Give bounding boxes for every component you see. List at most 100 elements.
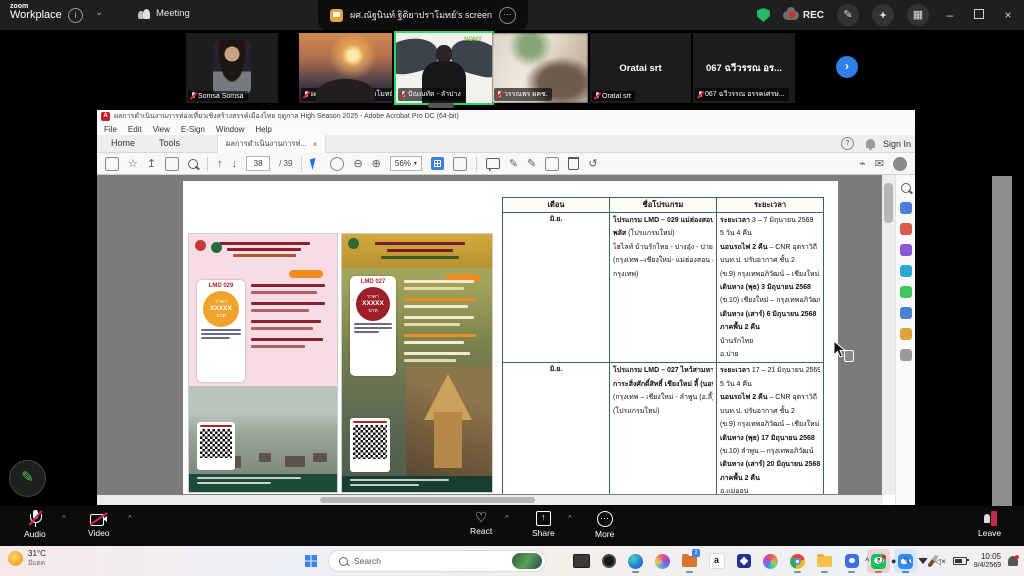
comment-tool-icon[interactable] [900, 286, 912, 298]
more-button[interactable]: ⋯ More [595, 510, 614, 539]
tray-expand-chevron[interactable]: ^ [865, 556, 869, 566]
participant-tile[interactable]: วรรณพร ผคช. [492, 33, 588, 103]
notifications-bell-icon[interactable] [866, 139, 875, 148]
audio-options-chevron[interactable]: ^ [62, 514, 66, 523]
next-page-icon[interactable]: ↓ [232, 158, 238, 170]
share-button[interactable]: ↑ Share [532, 510, 555, 538]
find-icon[interactable] [188, 159, 198, 169]
info-icon[interactable]: i [68, 8, 83, 23]
start-button[interactable] [305, 555, 317, 567]
participant-tile[interactable]: Oratai srt Oratai srt [590, 33, 691, 103]
undo-icon[interactable]: ↺ [588, 157, 597, 170]
share-upload-icon[interactable]: ↥ [147, 157, 156, 170]
tab-screen-share[interactable]: ผศ.ณัฐนินท์ ฐิติยาปราโมทย์'s screen ⋯ [318, 0, 528, 30]
menu-edit[interactable]: Edit [128, 125, 142, 134]
organize-pages-tool-icon[interactable] [900, 265, 912, 277]
app-file-explorer[interactable] [813, 549, 836, 573]
app-copilot[interactable] [651, 549, 674, 573]
menu-window[interactable]: Window [216, 125, 244, 134]
volume-muted-icon[interactable]: ◁× [935, 557, 946, 566]
help-icon[interactable]: ? [841, 137, 854, 150]
page-number-input[interactable]: 38 [246, 156, 270, 171]
taskbar-search[interactable]: Search [328, 550, 546, 572]
print-icon[interactable] [165, 157, 179, 171]
annotation-pencil-button[interactable]: ✎ [9, 460, 46, 497]
mail-icon[interactable]: ✉ [875, 157, 884, 170]
apps-icon[interactable]: ▦ [907, 4, 929, 26]
app-blue-chat[interactable] [840, 549, 863, 573]
fill-sign-tool-icon[interactable] [900, 307, 912, 319]
rulers-icon[interactable] [453, 157, 467, 171]
sign-pen-icon[interactable]: ✎ [527, 157, 536, 170]
video-button[interactable]: Video [88, 510, 110, 538]
participant-tile[interactable]: 067 ฉวีวรรณ อร... 067 ฉวีวรรณ อรรคเศรษ..… [693, 33, 795, 103]
video-options-chevron[interactable]: ^ [128, 514, 132, 523]
close-document-icon[interactable]: × [313, 140, 318, 149]
strip-collapse-handle[interactable] [428, 103, 454, 108]
zoom-in-icon[interactable]: ⊕ [372, 157, 381, 170]
network-icon[interactable] [918, 558, 928, 564]
search-daily-image[interactable] [512, 553, 542, 569]
star-icon[interactable]: ☆ [128, 157, 138, 170]
search-tool-icon[interactable] [901, 183, 911, 193]
app-dropbox[interactable] [732, 549, 755, 573]
weather-widget[interactable]: 31°C มีแดด [8, 549, 46, 568]
create-pdf-tool-icon[interactable] [900, 202, 912, 214]
page-fit-icon[interactable] [431, 157, 444, 170]
participant-tile-active-speaker[interactable]: NOMY Network ปัณณทัต - ลำปาง [394, 31, 494, 105]
export-icon[interactable] [545, 157, 559, 171]
leave-button[interactable]: Leave [978, 510, 1001, 538]
close-button[interactable]: × [1000, 8, 1016, 22]
app-chrome[interactable] [786, 549, 809, 573]
sync-status-icon[interactable]: ↻ [876, 556, 884, 567]
share-options-chevron[interactable]: ^ [568, 514, 572, 523]
audio-button[interactable]: Audio [24, 510, 46, 539]
notification-bell-icon[interactable] [1008, 556, 1018, 566]
previous-page-icon[interactable]: ↑ [217, 158, 223, 170]
edit-pdf-tool-icon[interactable] [900, 223, 912, 235]
react-button[interactable]: ♡ React [470, 510, 492, 536]
export-pdf-tool-icon[interactable] [900, 244, 912, 256]
tab-options-icon[interactable]: ⋯ [499, 7, 516, 24]
tab-home[interactable]: Home [111, 138, 135, 148]
tab-tools[interactable]: Tools [159, 138, 180, 148]
app-amazon[interactable]: a [705, 549, 728, 573]
onedrive-icon[interactable]: ● [891, 556, 896, 566]
security-shield-icon[interactable] [757, 8, 770, 22]
participant-tile[interactable]: ผศ.ณัฐนินท์ ฐิติยาปราโมทย์ [299, 33, 392, 103]
tab-meeting[interactable]: Meeting [138, 8, 190, 19]
menu-view[interactable]: View [153, 125, 170, 134]
scrollbar-thumb[interactable] [884, 183, 893, 223]
chevron-down-icon[interactable]: ⌄ [95, 7, 103, 18]
sign-in-button[interactable]: Sign In [883, 139, 911, 149]
react-options-chevron[interactable]: ^ [505, 514, 509, 523]
scrollbar-thumb[interactable] [320, 497, 535, 503]
select-tool-icon[interactable] [310, 157, 323, 170]
more-tools-icon[interactable] [900, 349, 912, 361]
annotate-icon[interactable]: ✎ [837, 4, 859, 26]
menu-help[interactable]: Help [255, 125, 271, 134]
battery-icon[interactable] [953, 557, 967, 565]
link-icon[interactable]: ⌁ [859, 157, 866, 170]
account-icon[interactable] [893, 157, 907, 171]
app-dark-circle[interactable] [597, 549, 620, 573]
zoom-out-icon[interactable]: ⊖ [353, 157, 362, 170]
app-sphere[interactable] [759, 549, 782, 573]
app-folder-badge[interactable]: 2 [678, 549, 701, 573]
menu-file[interactable]: File [104, 125, 117, 134]
vertical-scrollbar[interactable] [882, 175, 895, 495]
pen-input-icon[interactable]: ✎ [903, 556, 911, 567]
app-edge[interactable] [624, 549, 647, 573]
delete-icon[interactable] [568, 157, 579, 170]
stamp-tool-icon[interactable] [900, 328, 912, 340]
comment-icon[interactable] [486, 158, 500, 169]
participant-tile[interactable]: Somsa Somsa [186, 33, 278, 103]
pencil-edit-icon[interactable]: ✎ [509, 157, 518, 170]
hand-tool-icon[interactable] [330, 157, 344, 171]
minimize-button[interactable]: – [942, 8, 958, 22]
zoom-level-select[interactable]: 56% ▾ [390, 156, 422, 171]
ai-companion-icon[interactable] [872, 4, 894, 26]
horizontal-scrollbar[interactable] [97, 495, 883, 505]
menu-esign[interactable]: E-Sign [181, 125, 205, 134]
tab-document[interactable]: ผลการดำเนินงานการท่... × [217, 135, 326, 153]
